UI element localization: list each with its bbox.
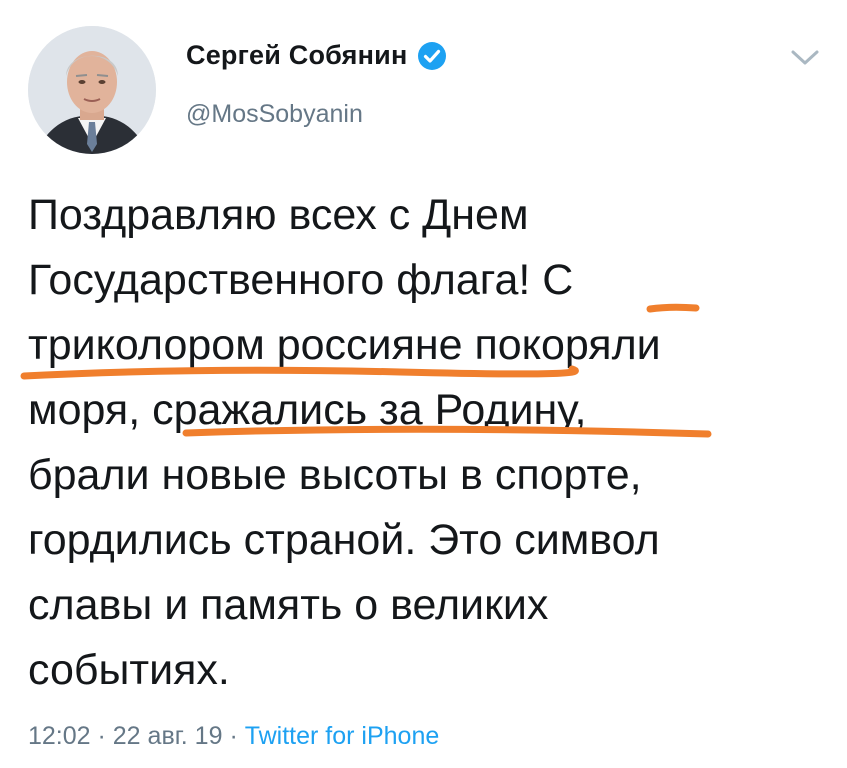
avatar-image xyxy=(28,26,156,154)
tweet-time[interactable]: 12:02 xyxy=(28,722,91,750)
tweet-line: брали новые высоты в спорте, xyxy=(28,451,642,499)
verified-badge-icon xyxy=(417,41,447,71)
meta-separator: · xyxy=(90,722,113,750)
tweet-date[interactable]: 22 авг. 19 xyxy=(113,722,223,750)
tweet-source-link[interactable]: Twitter for iPhone xyxy=(245,722,440,750)
meta-separator: · xyxy=(222,722,245,750)
tweet-line: моря, сражались за Родину, xyxy=(28,386,587,434)
tweet-line: триколором россияне покоряли xyxy=(28,321,661,369)
tweet-line: славы и память о великих xyxy=(28,581,549,629)
tweet-line: Государственного флага! С xyxy=(28,256,574,304)
avatar[interactable] xyxy=(28,26,156,154)
tweet-line: Поздравляю всех с Днем xyxy=(28,191,529,239)
author-handle[interactable]: @MosSobyanin xyxy=(186,100,363,129)
tweet-card[interactable]: Сергей Собянин @MosSobyanin Поздравляю в… xyxy=(0,0,847,768)
author-name-row: Сергей Собянин xyxy=(186,40,447,71)
tweet-line: гордились страной. Это символ xyxy=(28,516,660,564)
tweet-line: событиях. xyxy=(28,646,230,694)
chevron-down-icon[interactable] xyxy=(788,46,822,70)
author-name[interactable]: Сергей Собянин xyxy=(186,40,407,71)
tweet-meta: 12:02 · 22 авг. 19 · Twitter for iPhone xyxy=(28,722,439,751)
tweet-text: Поздравляю всех с Днем Государственного … xyxy=(28,183,828,703)
